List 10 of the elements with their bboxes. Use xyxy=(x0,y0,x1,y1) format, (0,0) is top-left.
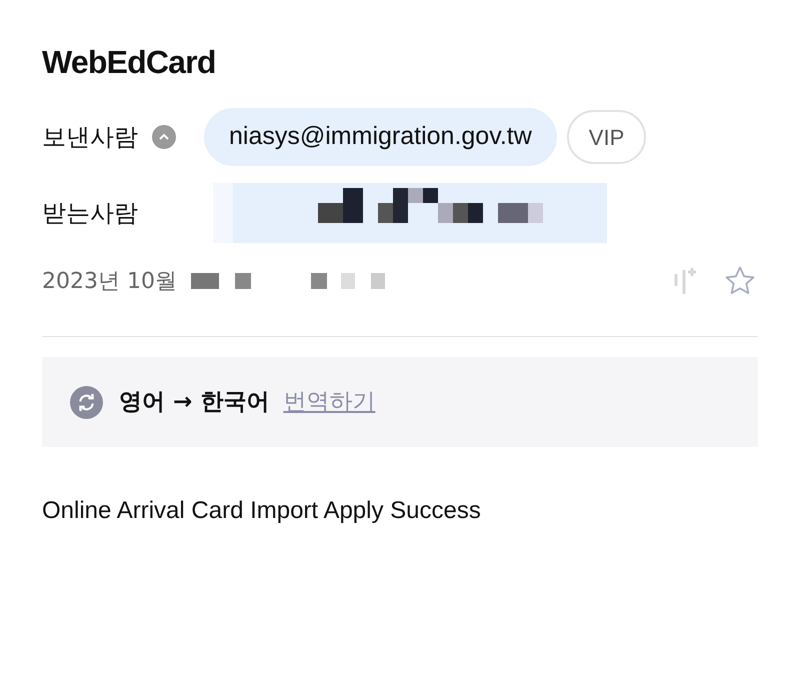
email-body-text: Online Arrival Card Import Apply Success xyxy=(42,496,482,526)
vip-badge[interactable]: VIP xyxy=(566,110,646,164)
date-text: 2023년 10월 xyxy=(42,268,177,296)
collapse-button[interactable] xyxy=(152,125,176,149)
translation-languages: 영어 → 한국어 xyxy=(119,388,270,417)
recipient-label: 받는사람 xyxy=(42,198,139,229)
sender-address-chip[interactable]: niasys@immigration.gov.tw xyxy=(204,108,557,166)
translate-icon xyxy=(70,386,103,418)
email-subject: WebEdCard xyxy=(42,43,217,82)
sender-label: 보낸사람 xyxy=(42,122,139,153)
